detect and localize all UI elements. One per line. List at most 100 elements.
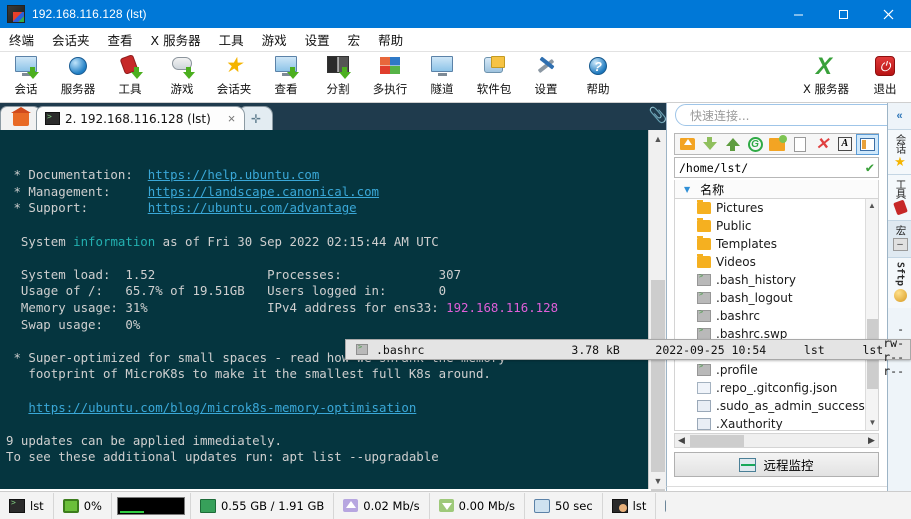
toolbar-settings[interactable]: 设置 bbox=[520, 52, 572, 102]
status-memory[interactable]: 0.55 GB / 1.91 GB bbox=[191, 492, 335, 519]
menu-help[interactable]: 帮助 bbox=[369, 27, 412, 52]
help-question-icon: ? bbox=[584, 54, 612, 80]
status-cpu[interactable]: 0% bbox=[54, 492, 112, 519]
scroll-down-icon[interactable]: ▼ bbox=[649, 472, 667, 489]
tab-session-1[interactable]: 2. 192.168.116.128 (lst) × bbox=[36, 106, 246, 130]
menu-terminal[interactable]: 终端 bbox=[0, 27, 43, 52]
toolbar-xserver[interactable]: X X 服务器 bbox=[793, 52, 859, 102]
file-name: .bashrc bbox=[716, 309, 760, 323]
download-button[interactable] bbox=[699, 135, 720, 154]
toolbar-sessions-folder[interactable]: ★ 会话夹 bbox=[208, 52, 260, 102]
new-folder-button[interactable] bbox=[767, 134, 788, 154]
delete-button[interactable]: ✕ bbox=[812, 135, 833, 154]
folder-icon bbox=[697, 200, 711, 214]
terminal-scrollbar[interactable]: ▲ ▼ bbox=[648, 130, 667, 510]
file-list-item[interactable]: .sudo_as_admin_successful bbox=[675, 397, 878, 415]
status-upload[interactable]: 0.02 Mb/s bbox=[334, 492, 430, 519]
toolbar-view[interactable]: 查看 bbox=[260, 52, 312, 102]
terminal-text[interactable]: https://landscape.canonical.com bbox=[148, 184, 379, 199]
menu-games[interactable]: 游戏 bbox=[253, 27, 296, 52]
settings-wrench-icon bbox=[532, 54, 560, 80]
file-list-item[interactable]: Videos bbox=[675, 253, 878, 271]
file-scroll-up-icon[interactable]: ▲ bbox=[866, 199, 878, 213]
file-scroll-down-icon[interactable]: ▼ bbox=[866, 416, 878, 430]
rail-tab-sessions[interactable]: 会话 ★ bbox=[888, 129, 911, 174]
hscroll-right-icon[interactable]: ▶ bbox=[865, 435, 878, 446]
file-list-item[interactable]: .bash_history bbox=[675, 271, 878, 289]
toolbar-games-label: 游戏 bbox=[170, 82, 194, 96]
file-list-scrollbar[interactable]: ▲ ▼ bbox=[865, 199, 878, 430]
scroll-up-icon[interactable]: ▲ bbox=[649, 130, 667, 147]
collapse-chevrons-icon[interactable]: « bbox=[888, 103, 911, 129]
toolbar-packages[interactable]: 软件包 bbox=[468, 52, 520, 102]
menu-xserver[interactable]: X 服务器 bbox=[142, 27, 210, 52]
paperclip-icon[interactable]: 📎 bbox=[648, 106, 668, 126]
refresh-button[interactable]: G bbox=[744, 135, 765, 154]
maximize-button[interactable] bbox=[821, 0, 866, 28]
toolbar-games[interactable]: 游戏 bbox=[156, 52, 208, 102]
upload-button[interactable] bbox=[722, 135, 743, 154]
status-user[interactable]: lst bbox=[603, 492, 657, 519]
status-uptime[interactable]: 50 sec bbox=[525, 492, 603, 519]
status-cpu-graph[interactable] bbox=[112, 492, 191, 519]
sftp-column-header[interactable]: ▼ 名称 bbox=[674, 180, 879, 199]
file-list-item[interactable]: .Xauthority bbox=[675, 415, 878, 430]
sftp-file-list[interactable]: Pictures Public Templates Videos .bash_histo… bbox=[674, 199, 879, 431]
file-name: Pictures bbox=[716, 201, 764, 215]
checkmark-icon[interactable]: ✔ bbox=[866, 160, 874, 176]
menu-settings[interactable]: 设置 bbox=[296, 27, 339, 52]
file-list-item[interactable]: .repo_.gitconfig.json bbox=[675, 379, 878, 397]
rail-tab-macros[interactable]: 宏 – bbox=[888, 220, 911, 257]
menu-sessions[interactable]: 会话夹 bbox=[43, 27, 99, 52]
rail-tab-sftp[interactable]: Sftp bbox=[888, 256, 911, 308]
terminal-text: 192.168.116.128 bbox=[446, 299, 559, 315]
list-view-button[interactable] bbox=[855, 133, 879, 155]
user-icon bbox=[611, 498, 628, 513]
text-mode-button[interactable]: A bbox=[834, 135, 855, 154]
toolbar-split[interactable]: 分割 bbox=[312, 52, 364, 102]
hscroll-thumb[interactable] bbox=[690, 434, 744, 447]
minimize-button[interactable] bbox=[776, 0, 821, 28]
servers-globe-icon bbox=[64, 54, 92, 80]
file-list-hscrollbar[interactable]: ◀ ▶ bbox=[674, 433, 879, 448]
file-list-item[interactable]: .bashrc bbox=[675, 307, 878, 325]
file-list-item[interactable]: Public bbox=[675, 217, 878, 235]
terminal-output[interactable]: * Documentation: https://help.ubuntu.com… bbox=[0, 130, 648, 489]
view-monitor-icon bbox=[272, 54, 300, 80]
menu-tools[interactable]: 工具 bbox=[210, 27, 253, 52]
toolbar-servers[interactable]: 服务器 bbox=[52, 52, 104, 102]
window-title: 192.168.116.128 (lst) bbox=[32, 7, 147, 21]
file-name: Templates bbox=[716, 237, 778, 251]
toolbar-tunneling[interactable]: 隧道 bbox=[416, 52, 468, 102]
new-file-button[interactable] bbox=[789, 135, 810, 154]
toolbar-session[interactable]: 会话 bbox=[0, 52, 52, 102]
file-doc-icon bbox=[697, 382, 711, 394]
terminal-text[interactable]: https://help.ubuntu.com bbox=[148, 167, 320, 182]
quick-connect-input[interactable]: 快速连接... bbox=[675, 104, 905, 126]
status-session[interactable]: lst bbox=[0, 492, 54, 519]
toolbar-view-label: 查看 bbox=[274, 82, 298, 96]
file-list-item[interactable]: .profile bbox=[675, 361, 878, 379]
sftp-path-input[interactable]: /home/lst/ ✔ bbox=[674, 157, 879, 178]
file-list-item[interactable]: Pictures bbox=[675, 199, 878, 217]
close-button[interactable] bbox=[866, 0, 911, 28]
menu-view[interactable]: 查看 bbox=[99, 27, 142, 52]
terminal-text[interactable]: https://ubuntu.com/blog/microk8s-memory-… bbox=[28, 400, 416, 415]
menu-macros[interactable]: 宏 bbox=[339, 27, 370, 52]
file-list-item[interactable]: Templates bbox=[675, 235, 878, 253]
parent-folder-button[interactable] bbox=[677, 135, 698, 154]
tab-close-icon[interactable]: × bbox=[228, 111, 236, 126]
remote-monitoring-button[interactable]: 远程监控 bbox=[674, 452, 879, 477]
terminal-line: footprint of MicroK8s to make it the sma… bbox=[6, 366, 648, 383]
toolbar-help[interactable]: ? 帮助 bbox=[572, 52, 624, 102]
toolbar-exit[interactable]: ⏻ 退出 bbox=[859, 52, 911, 102]
status-download[interactable]: 0.00 Mb/s bbox=[430, 492, 525, 519]
file-name: .bash_history bbox=[716, 273, 796, 287]
toolbar-settings-label: 设置 bbox=[534, 82, 558, 96]
hscroll-left-icon[interactable]: ◀ bbox=[675, 435, 688, 446]
file-list-item[interactable]: .bash_logout bbox=[675, 289, 878, 307]
terminal-text[interactable]: https://ubuntu.com/advantage bbox=[148, 200, 357, 215]
toolbar-tools[interactable]: 工具 bbox=[104, 52, 156, 102]
toolbar-multiexec[interactable]: 多执行 bbox=[364, 52, 416, 102]
rail-tab-tools[interactable]: 工具 bbox=[888, 174, 911, 220]
